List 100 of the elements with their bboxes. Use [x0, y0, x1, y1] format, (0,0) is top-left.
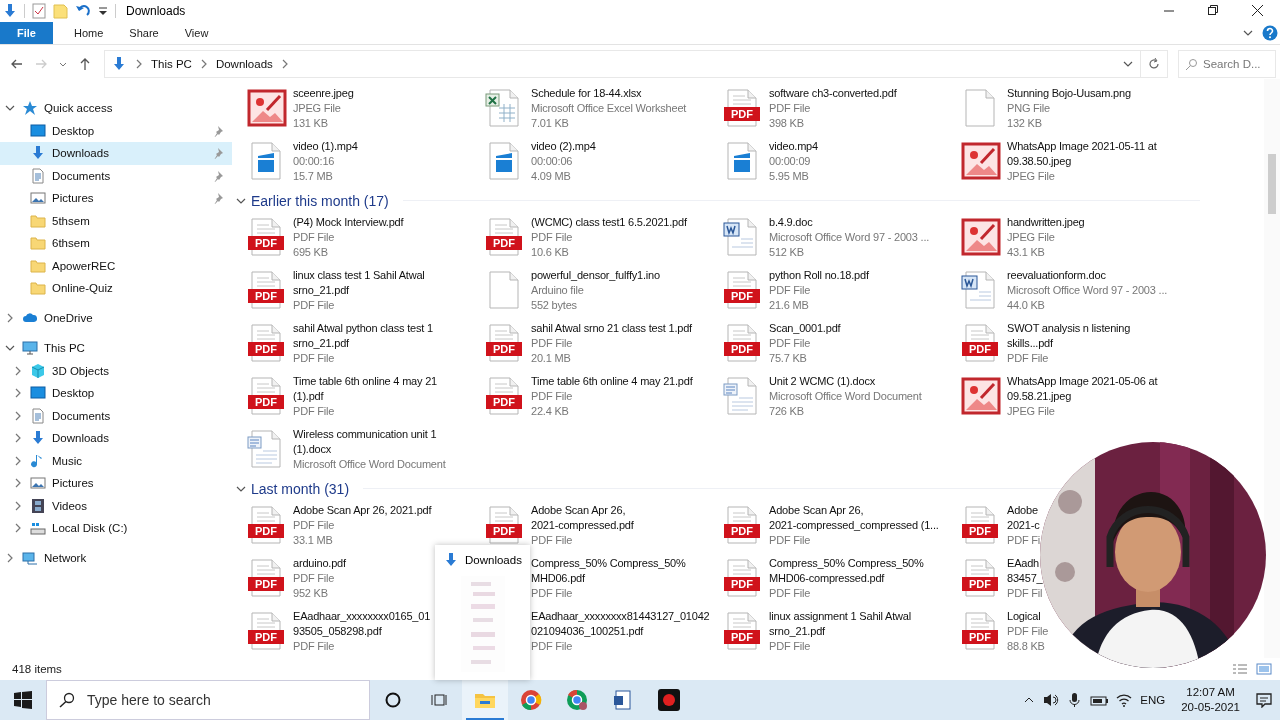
taskbar-search-field[interactable]: Type here to search	[46, 680, 370, 720]
download-arrow-icon	[111, 56, 127, 72]
file-name[interactable]: (WCMC) class test1 6.5.2021.pdf	[531, 215, 687, 230]
file-name[interactable]: python Roll no.18.pdf	[769, 268, 869, 283]
nav-item[interactable]: Documents	[0, 164, 232, 187]
nav-item[interactable]: Local Disk (C:)	[0, 517, 232, 540]
file-name[interactable]: Compress_50% Compress_50% MHD06-compressed.pdf	[769, 556, 924, 586]
microphone-icon[interactable]	[1067, 692, 1083, 708]
file-name[interactable]: Adobe Scan Apr 26, 2021.pdf	[293, 503, 432, 518]
file-name[interactable]: Stunning Bojo-Uusam.png	[1007, 86, 1131, 101]
file-size: 43.1 KB	[1007, 245, 1046, 260]
ribbon-tab[interactable]: View	[171, 27, 222, 39]
input-language[interactable]: ENG	[1140, 694, 1166, 706]
back-arrow-icon[interactable]	[10, 57, 24, 71]
search-icon	[59, 692, 75, 708]
nav-item[interactable]: Documents	[0, 404, 232, 427]
file-name[interactable]: sceenre.jpeg	[293, 86, 354, 101]
notifications-icon[interactable]	[1256, 692, 1272, 708]
nav-item[interactable]: 5thsem	[0, 209, 232, 232]
circle-icon[interactable]	[385, 692, 401, 708]
file-name[interactable]: Wireless communication unit 1 (1).docx	[293, 427, 446, 457]
properties-icon[interactable]	[31, 3, 47, 19]
nav-item[interactable]: 6thsem	[0, 232, 232, 255]
up-arrow-icon[interactable]	[78, 57, 92, 71]
vertical-scrollbar[interactable]	[1264, 79, 1280, 658]
file-name[interactable]: WhatsApp Image 2021-05-06 at 09.58.21.jpeg	[1007, 374, 1158, 404]
nav-item[interactable]: 3D Objects	[0, 359, 232, 382]
file-name[interactable]: EAadhaar_xxxxxxxx81443127_01042 021094036_100251.pdf	[531, 609, 710, 639]
file-name[interactable]: WhatsApp Image 2021-05-11 at 09.38.50.jpeg	[1007, 139, 1157, 169]
file-size: 726 KB	[769, 404, 805, 419]
download-arrow-icon	[443, 552, 459, 568]
file-name[interactable]: handwritten.jpeg	[1007, 215, 1085, 230]
file-name[interactable]: EAadh 83457_	[1007, 556, 1043, 586]
file-name[interactable]: sahil Atwal python class test 1 srno_21.pdf	[293, 321, 433, 351]
nav-item[interactable]: Downloads	[0, 427, 232, 450]
file-type: PDF File	[531, 533, 574, 548]
file-name[interactable]: video.mp4	[769, 139, 818, 154]
group-heading[interactable]: Last month (31)	[251, 480, 350, 497]
file-name[interactable]: Time table 6th online 4 may 21 (1).pdf	[293, 374, 437, 404]
nav-item[interactable]: Network	[0, 547, 232, 570]
wifi-icon[interactable]	[1116, 692, 1133, 708]
file-name[interactable]: linux class test 1 Sahil Atwal srno_21.pdf	[293, 268, 425, 298]
nav-item[interactable]: Quick access	[0, 97, 232, 120]
nav-item[interactable]: Online-Quiz	[0, 277, 232, 300]
file-name[interactable]: Logical	[1007, 609, 1049, 624]
file-name[interactable]: Adobe Scan Apr 26, 2021-compressed_compressed (1...	[769, 503, 939, 533]
breadcrumb[interactable]: Downloads	[215, 58, 273, 70]
undo-icon[interactable]	[75, 3, 91, 19]
nav-item[interactable]: Videos	[0, 494, 232, 517]
help-icon[interactable]	[1262, 25, 1278, 41]
file-name[interactable]: Adobe 2021-c	[1007, 503, 1041, 533]
restore-icon[interactable]	[1208, 5, 1218, 15]
file-name[interactable]: SWOT analysis n listening skills...pdf	[1007, 321, 1131, 351]
file-name[interactable]: reevaluationform.doc	[1007, 268, 1168, 283]
file-type: PDF File	[531, 639, 574, 654]
close-icon[interactable]	[1252, 5, 1263, 16]
file-name[interactable]: software ch3-converted.pdf	[769, 86, 897, 101]
download-arrow-icon[interactable]	[2, 3, 18, 19]
file-type: Microsoft Office Word Document	[769, 389, 922, 404]
file-name[interactable]: Schedule for 18-44.xlsx	[531, 86, 687, 101]
breadcrumb[interactable]: This PC	[151, 58, 192, 70]
clock[interactable]: 12:07 AM 20-05-2021	[1181, 685, 1240, 715]
file-name[interactable]: sahil Atwal srno 21 class test 1.pdf	[531, 321, 692, 336]
speaker-icon[interactable]	[1043, 692, 1060, 708]
nav-item[interactable]: Pictures	[0, 187, 232, 210]
windows-start-icon[interactable]	[14, 691, 32, 709]
refresh-button[interactable]	[1141, 50, 1168, 78]
file-name[interactable]: powerful_densor_fulffy1.ino	[531, 268, 660, 283]
file-name[interactable]: Time table 6th online 4 may 21.pdf	[531, 374, 693, 389]
file-name[interactable]: b.4.9.doc	[769, 215, 930, 230]
nav-item[interactable]: Pictures	[0, 472, 232, 495]
ribbon-tab[interactable]: Home	[61, 27, 117, 39]
nav-item[interactable]: Music	[0, 449, 232, 472]
group-heading[interactable]: Earlier this month (17)	[251, 192, 389, 209]
file-type: PDF File	[293, 518, 336, 533]
task-view-icon[interactable]	[431, 692, 447, 708]
file-name[interactable]: EAadhaar_xxxxxxxx0165_01 93505_058298.pdf	[293, 609, 431, 639]
file-name[interactable]: linux assignment 1 Sahil Atwal srno_21.pdf	[769, 609, 911, 639]
file-menu-button[interactable]: File	[0, 22, 53, 44]
file-name[interactable]: Unit 2 WCMC (1).docx	[769, 374, 922, 389]
file-name[interactable]: Adobe Scan Apr 26, 2021-compressed.pdf	[531, 503, 634, 533]
desktop-icon	[30, 385, 46, 402]
nav-item[interactable]: Desktop	[0, 119, 232, 142]
file-name[interactable]: arduino.pdf	[293, 556, 346, 571]
nav-item[interactable]: This PC	[0, 337, 232, 360]
nav-item[interactable]: OneDrive	[0, 307, 232, 330]
nav-item[interactable]: Desktop	[0, 382, 232, 405]
file-name[interactable]: Scan_0001.pdf	[769, 321, 841, 336]
file-name[interactable]: video (2).mp4	[531, 139, 596, 154]
file-name[interactable]: video (1).mp4	[293, 139, 358, 154]
address-field[interactable]: This PC Downloads	[104, 50, 1141, 78]
file-name[interactable]: (P4) Mock Interview.pdf	[293, 215, 404, 230]
search-field[interactable]: Search D...	[1178, 50, 1276, 78]
file-name[interactable]: Compress_50% Compress_50% MHD06.pdf	[531, 556, 686, 586]
file-type: Microsoft Office Word 97 - 2003 ...	[1007, 283, 1168, 298]
customize-dropdown-icon[interactable]	[97, 5, 109, 17]
nav-item[interactable]: ApowerREC	[0, 254, 232, 277]
file-type: JPEG File	[1007, 404, 1056, 419]
nav-item[interactable]: Downloads	[0, 142, 232, 165]
ribbon-tab[interactable]: Share	[116, 27, 172, 39]
